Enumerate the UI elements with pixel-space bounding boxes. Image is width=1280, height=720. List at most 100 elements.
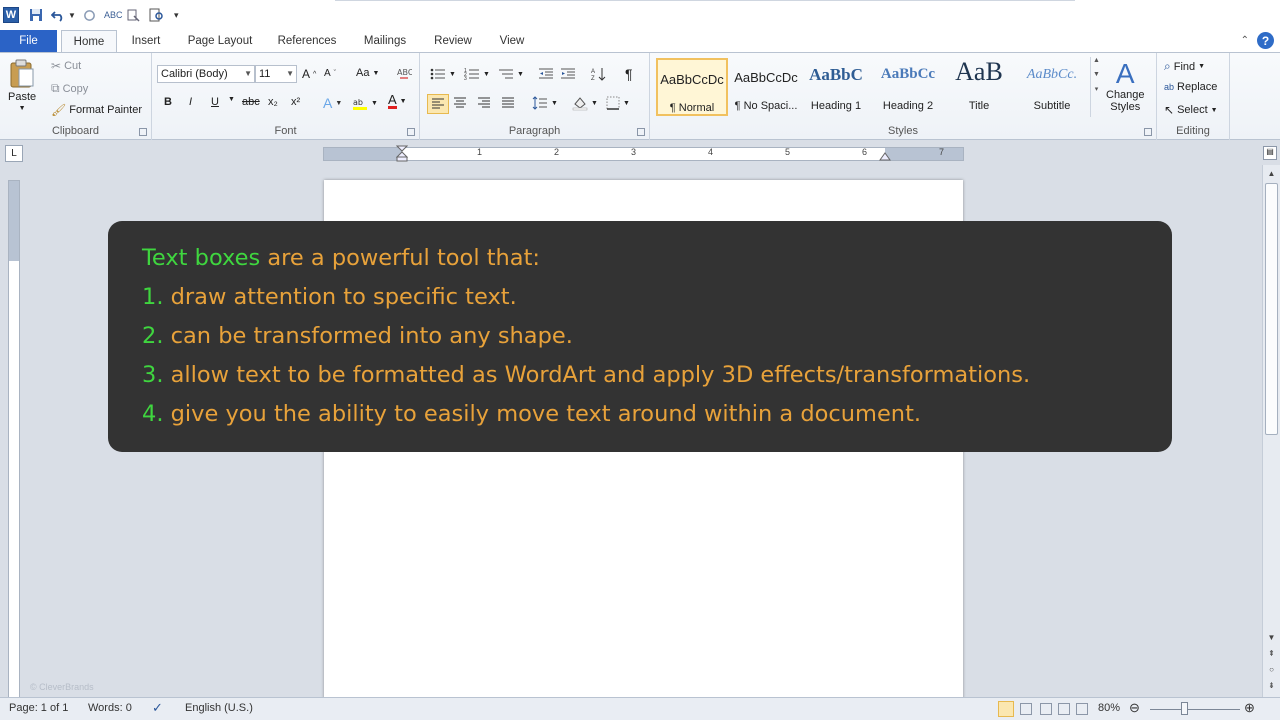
- change-styles-button[interactable]: A Change Styles: [1106, 59, 1145, 114]
- sort-icon[interactable]: AZ: [591, 66, 607, 82]
- previous-page-icon[interactable]: ⇞: [1263, 647, 1280, 661]
- word-app-icon[interactable]: W: [3, 7, 19, 23]
- bullets-icon[interactable]: ▼: [430, 67, 456, 81]
- select-button[interactable]: ↖ Select ▼: [1164, 103, 1218, 117]
- styles-scroll-icon[interactable]: ▲ ▼ ▾: [1090, 57, 1102, 117]
- zoom-slider-track[interactable]: [1150, 709, 1240, 710]
- style-no-spacing[interactable]: AaBbCcDc ¶ No Spaci...: [730, 58, 802, 116]
- outline-view-icon[interactable]: [1058, 703, 1070, 715]
- text-effects-icon[interactable]: A ▼: [323, 95, 342, 111]
- svg-text:A: A: [591, 69, 595, 75]
- help-icon[interactable]: ?: [1257, 32, 1274, 49]
- style-subtitle[interactable]: AaBbCc. Subtitle: [1016, 58, 1088, 116]
- undo-dropdown-icon[interactable]: ▼: [68, 6, 76, 24]
- save-icon[interactable]: [29, 6, 43, 24]
- clipboard-launcher-icon[interactable]: [139, 128, 147, 136]
- right-indent-marker-icon[interactable]: [879, 151, 891, 161]
- grow-font-button[interactable]: A ^: [302, 67, 316, 81]
- tab-file[interactable]: File: [0, 30, 57, 52]
- underline-button[interactable]: U: [211, 96, 219, 108]
- font-size-combo[interactable]: 11 ▼: [255, 65, 297, 83]
- vertical-scrollbar[interactable]: ▲ ▼ ⇞ ○ ⇟: [1262, 165, 1280, 697]
- print-layout-view-icon[interactable]: [998, 701, 1014, 717]
- page-count-status[interactable]: Page: 1 of 1: [9, 702, 68, 714]
- styles-launcher-icon[interactable]: [1144, 128, 1152, 136]
- align-left-icon[interactable]: [427, 94, 449, 114]
- draft-view-icon[interactable]: [1076, 703, 1088, 715]
- format-painter-button[interactable]: 🖌 Format Painter: [51, 103, 142, 117]
- font-family-combo[interactable]: Calibri (Body) ▼: [157, 65, 255, 83]
- browse-object-icon[interactable]: ○: [1263, 663, 1280, 677]
- tab-home[interactable]: Home: [61, 30, 117, 53]
- scroll-down-icon[interactable]: ▼: [1263, 631, 1280, 645]
- subscript-button[interactable]: x₂: [268, 96, 278, 108]
- indent-marker-icon[interactable]: [396, 145, 408, 163]
- italic-button[interactable]: I: [189, 96, 192, 108]
- line-spacing-icon[interactable]: ▼: [532, 96, 558, 110]
- tab-review[interactable]: Review: [428, 30, 478, 52]
- zoom-out-icon[interactable]: ⊖: [1129, 700, 1140, 716]
- style-heading-1[interactable]: AaBbC Heading 1: [800, 58, 872, 116]
- cut-button[interactable]: ✂ Cut: [51, 59, 81, 73]
- borders-icon[interactable]: ▼: [606, 96, 630, 110]
- word-count-status[interactable]: Words: 0: [88, 702, 132, 714]
- redo-icon[interactable]: [83, 6, 96, 24]
- replace-button[interactable]: ab Replace: [1164, 81, 1217, 93]
- strikethrough-button[interactable]: abc: [242, 96, 260, 108]
- web-layout-icon[interactable]: [1040, 703, 1052, 715]
- shading-icon[interactable]: ▼: [572, 95, 598, 111]
- increase-indent-icon[interactable]: [560, 67, 576, 81]
- tab-selector-button[interactable]: L: [5, 145, 23, 162]
- style-normal[interactable]: AaBbCcDc ¶ Normal: [656, 58, 728, 116]
- multilevel-list-icon[interactable]: ▼: [498, 67, 524, 81]
- tab-insert[interactable]: Insert: [124, 30, 168, 52]
- language-status[interactable]: English (U.S.): [185, 702, 253, 714]
- font-color-button[interactable]: A ▼: [388, 93, 407, 109]
- zoom-level[interactable]: 80%: [1098, 702, 1120, 714]
- style-title-preview: AaB: [955, 57, 1003, 86]
- copy-button[interactable]: ⧉ Copy: [51, 81, 88, 96]
- style-title[interactable]: AaB Title: [943, 57, 1015, 116]
- style-heading-2[interactable]: AaBbCc Heading 2: [872, 58, 944, 116]
- font-launcher-icon[interactable]: [407, 128, 415, 136]
- change-case-label: Aa: [356, 67, 370, 79]
- tab-mailings[interactable]: Mailings: [355, 30, 415, 52]
- tab-view[interactable]: View: [492, 30, 532, 52]
- quick-access-toolbar: W ▼ ABC ▾: [0, 0, 1280, 30]
- spelling-icon[interactable]: ABC: [104, 6, 123, 24]
- clear-formatting-icon[interactable]: ABC: [396, 65, 412, 81]
- scroll-up-icon[interactable]: ▲: [1263, 167, 1280, 181]
- numbering-icon[interactable]: 1 2 3 ▼: [464, 67, 490, 81]
- align-right-icon[interactable]: [477, 97, 491, 109]
- underline-dropdown-icon[interactable]: ▼: [228, 96, 235, 103]
- shrink-font-button[interactable]: Aˇ: [324, 68, 336, 79]
- show-formatting-button[interactable]: ¶: [625, 66, 633, 82]
- highlight-icon[interactable]: ab ▼: [352, 95, 378, 111]
- change-case-button[interactable]: Aa ▼: [356, 67, 379, 79]
- bold-button[interactable]: B: [164, 96, 172, 108]
- zoom-in-icon[interactable]: ⊕: [1244, 700, 1255, 716]
- paragraph-launcher-icon[interactable]: [637, 128, 645, 136]
- justify-icon[interactable]: [501, 97, 515, 109]
- tab-references[interactable]: References: [270, 30, 344, 52]
- align-center-icon[interactable]: [453, 97, 467, 109]
- paste-button[interactable]: Paste ▼: [8, 59, 36, 112]
- zoom-slider-thumb[interactable]: [1181, 702, 1188, 715]
- tab-page-layout[interactable]: Page Layout: [180, 30, 260, 52]
- find-button[interactable]: ⌕ Find ▼: [1164, 59, 1205, 74]
- print-preview-icon[interactable]: [149, 6, 164, 24]
- next-page-icon[interactable]: ⇟: [1263, 679, 1280, 693]
- vertical-ruler[interactable]: [8, 180, 20, 700]
- full-screen-reading-icon[interactable]: [1020, 703, 1032, 715]
- proofing-icon[interactable]: ✓: [152, 700, 163, 716]
- customize-qat-icon[interactable]: ▾: [174, 6, 179, 24]
- horizontal-ruler[interactable]: 1 2 3 4 5 6 7: [323, 145, 964, 163]
- superscript-button[interactable]: x²: [291, 96, 300, 108]
- scrollbar-thumb[interactable]: [1265, 183, 1278, 435]
- minimize-ribbon-icon[interactable]: ⌃: [1241, 35, 1249, 46]
- format-icon[interactable]: [126, 6, 140, 24]
- view-ruler-icon[interactable]: ▤: [1263, 146, 1277, 160]
- decrease-indent-icon[interactable]: [538, 67, 554, 81]
- ruler-number: 2: [554, 147, 560, 157]
- undo-icon[interactable]: [51, 6, 65, 24]
